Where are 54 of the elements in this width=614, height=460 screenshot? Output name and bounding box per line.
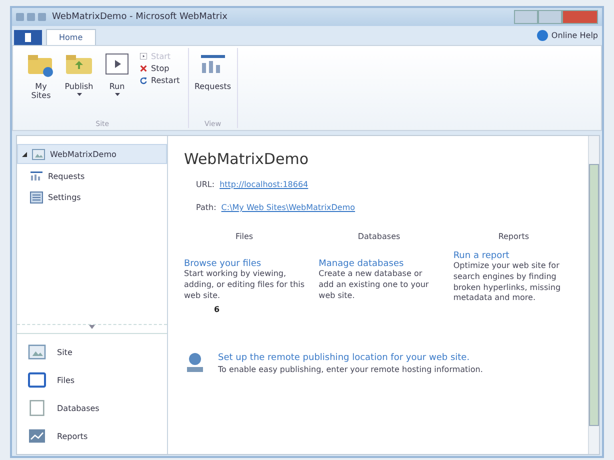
minimize-button[interactable]: [514, 10, 538, 24]
ribbon-button[interactable]: Restart: [139, 76, 180, 85]
site-icon: [31, 146, 46, 162]
ribbon-button[interactable]: Stop: [139, 64, 180, 73]
task-link[interactable]: Manage databases: [318, 259, 440, 269]
task-link[interactable]: Browse your files: [184, 259, 305, 269]
site-title: WebMatrixDemo: [184, 150, 310, 168]
ribbon-tab[interactable]: Home: [46, 29, 96, 45]
field-label: URL:: [196, 180, 215, 189]
caret-icon: [114, 93, 120, 96]
play-icon: [139, 52, 148, 61]
splitter-handle-icon[interactable]: [89, 325, 95, 329]
field-label: Path:: [196, 203, 216, 212]
task-description: Start working by viewing, adding, or editing files for this web site.: [184, 269, 305, 302]
ribbon-button[interactable]: Publish: [63, 48, 95, 120]
field-link[interactable]: http://localhost:18664: [220, 180, 308, 189]
tree-item[interactable]: WebMatrixDemo: [17, 144, 167, 164]
publish-description: To enable easy publishing, enter your remote hosting information.: [218, 364, 483, 374]
workspace-button[interactable]: Databases: [17, 394, 167, 422]
restart-icon: [139, 76, 148, 85]
window-icon: [27, 370, 47, 390]
document-icon: [24, 33, 32, 42]
tree-item[interactable]: Settings: [17, 188, 167, 206]
help-icon: [537, 30, 548, 41]
close-button[interactable]: [562, 10, 598, 24]
database-icon: [27, 398, 47, 418]
file-menu-button[interactable]: [14, 30, 42, 45]
workspace-button[interactable]: Files: [17, 366, 167, 394]
stop-icon: [139, 64, 148, 73]
callout-number: 6: [214, 305, 221, 314]
task-link[interactable]: Run a report: [453, 251, 574, 261]
window-title: WebMatrixDemo - Microsoft WebMatrix: [52, 12, 228, 22]
workspace-button[interactable]: Site: [17, 338, 167, 366]
ribbon-button[interactable]: Run: [101, 48, 133, 120]
chart-icon: [29, 168, 44, 184]
column-heading: Reports: [497, 232, 530, 241]
tree-item[interactable]: Requests: [17, 167, 167, 185]
globe-user-icon: [184, 352, 206, 374]
ribbon-button[interactable]: My Sites: [25, 48, 57, 120]
field-link[interactable]: C:\My Web Sites\WebMatrixDemo: [221, 203, 356, 212]
scrollbar[interactable]: [588, 136, 599, 454]
ribbon-button[interactable]: Requests: [196, 48, 229, 120]
maximize-button[interactable]: [538, 10, 562, 24]
workspace-button[interactable]: Reports: [17, 422, 167, 450]
task-description: Optimize your web site for search engines by finding broken hyperlinks, missing metadata and more.: [453, 261, 562, 304]
column-heading: Databases: [356, 232, 402, 241]
caret-icon: [76, 93, 82, 96]
column-heading: Files: [234, 232, 254, 241]
expand-arrow-icon: [22, 152, 27, 156]
site-icon: [27, 342, 47, 362]
publish-link[interactable]: Set up the remote publishing location for your web site.: [218, 352, 483, 363]
list-icon: [29, 190, 44, 204]
task-description: Create a new database or add an existing one to your web site.: [318, 269, 430, 302]
online-help-link[interactable]: Online Help: [537, 30, 602, 41]
